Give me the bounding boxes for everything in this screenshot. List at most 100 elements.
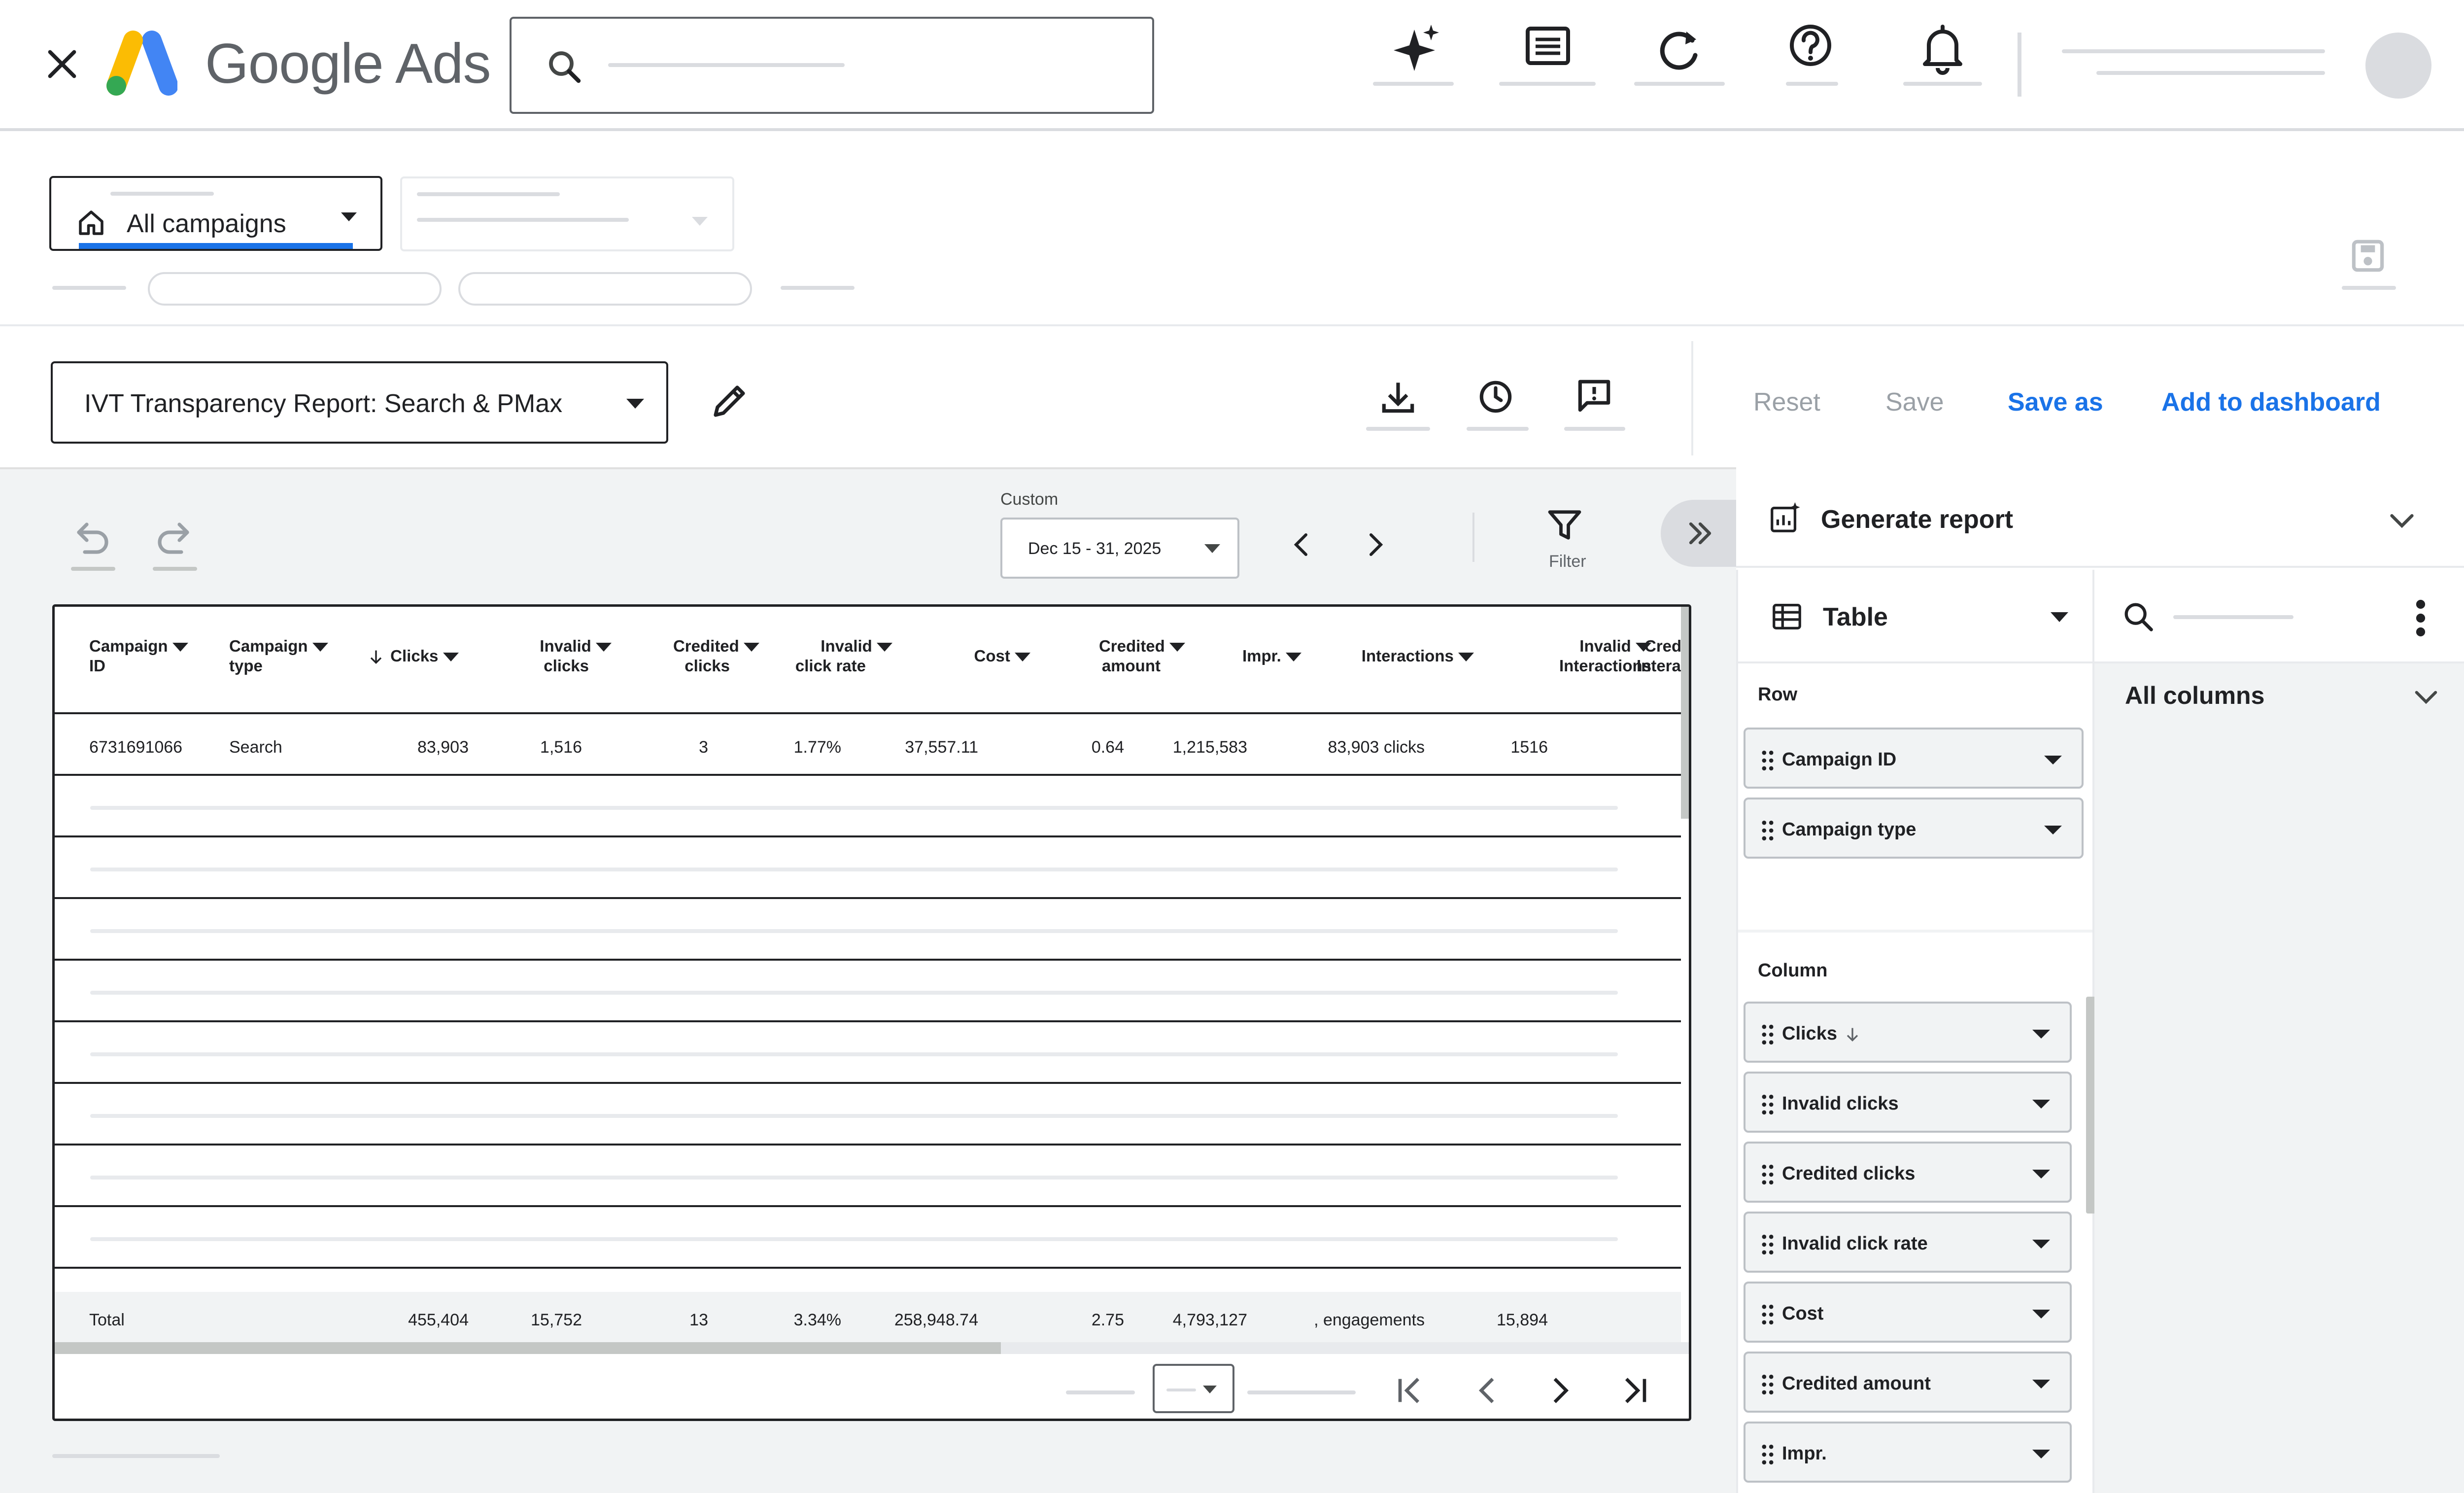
reset-button[interactable]: Reset <box>1753 387 1820 417</box>
previous-page-icon[interactable] <box>1468 1371 1507 1410</box>
column-chip-credited-amount[interactable]: Credited amount <box>1744 1352 2072 1413</box>
cell-invalid-clicks: 1,516 <box>540 738 582 757</box>
filter-pill-2[interactable] <box>458 272 752 306</box>
search-input[interactable] <box>510 17 1154 114</box>
col-header-label-2: click rate <box>795 657 866 675</box>
viz-type-selector[interactable]: Table <box>1738 570 2092 663</box>
col-header-campaign-type[interactable]: Campaign type <box>229 636 328 676</box>
drag-handle-icon[interactable] <box>1760 749 1775 772</box>
chip-label: Credited clicks <box>1782 1163 1916 1184</box>
notifications-bell-icon[interactable] <box>1898 15 1987 104</box>
col-header-cost[interactable]: Cost <box>912 646 1030 666</box>
sort-menu-icon <box>312 643 328 652</box>
cell-credited-clicks: 3 <box>699 738 708 757</box>
drag-handle-icon[interactable] <box>1760 1093 1775 1116</box>
placeholder-row <box>90 806 1618 810</box>
all-columns-label[interactable]: All columns <box>2125 681 2264 710</box>
report-title: IVT Transparency Report: Search & PMax <box>84 389 563 418</box>
feedback-alert-icon[interactable] <box>1573 375 1615 417</box>
date-range-selector[interactable]: Dec 15 - 31, 2025 <box>1000 518 1239 579</box>
redo-underline <box>153 567 197 571</box>
refresh-underline <box>1634 82 1725 86</box>
sort-menu-icon <box>443 653 459 661</box>
chevron-down-icon <box>2032 1310 2050 1319</box>
collapse-panel-button[interactable] <box>1661 500 1745 567</box>
help-icon[interactable] <box>1766 15 1855 104</box>
report-selector[interactable]: IVT Transparency Report: Search & PMax <box>51 361 668 444</box>
column-chip-impressions[interactable]: Impr. <box>1744 1422 2072 1483</box>
vertical-scrollbar-thumb[interactable] <box>1681 607 1689 819</box>
column-chip-clicks[interactable]: Clicks <box>1744 1002 2072 1063</box>
edit-pencil-icon[interactable] <box>706 378 753 425</box>
filter-funnel-icon[interactable] <box>1542 503 1587 547</box>
close-icon[interactable] <box>41 43 83 85</box>
chevron-down-icon[interactable] <box>2410 680 2442 713</box>
last-page-icon[interactable] <box>1615 1371 1654 1410</box>
row-chip-campaign-type[interactable]: Campaign type <box>1744 798 2084 859</box>
redo-icon[interactable] <box>150 513 197 560</box>
add-to-dashboard-button[interactable]: Add to dashboard <box>2161 387 2381 417</box>
download-icon[interactable] <box>1377 376 1419 418</box>
drag-handle-icon[interactable] <box>1760 1303 1775 1326</box>
save-button[interactable]: Save <box>1885 387 1944 417</box>
placeholder-row <box>90 1176 1618 1180</box>
previous-period-icon[interactable] <box>1286 527 1316 562</box>
secondary-selector[interactable] <box>400 176 734 251</box>
filter-row-placeholder-2 <box>781 286 855 290</box>
drag-handle-icon[interactable] <box>1760 1373 1775 1396</box>
undo-icon[interactable] <box>69 513 116 560</box>
col-header-interactions[interactable]: Interactions <box>1316 646 1474 666</box>
col-header-campaign-id[interactable]: Campaign ID <box>89 636 188 676</box>
horizontal-scrollbar-thumb[interactable] <box>55 1342 1001 1354</box>
next-page-icon[interactable] <box>1540 1371 1579 1410</box>
chevron-down-icon[interactable] <box>2385 503 2419 537</box>
chevron-down-icon <box>2032 1450 2050 1458</box>
topbar-divider <box>2018 33 2021 97</box>
refresh-icon[interactable] <box>1635 15 1724 104</box>
rows-per-page-select[interactable] <box>1153 1364 1234 1413</box>
account-id-placeholder <box>2096 71 2325 75</box>
campaign-selector[interactable]: All campaigns <box>49 176 382 251</box>
columns-search-input[interactable] <box>2094 570 2464 663</box>
column-chip-credited-clicks[interactable]: Credited clicks <box>1744 1142 2072 1203</box>
next-period-icon[interactable] <box>1361 527 1391 562</box>
column-chip-cost[interactable]: Cost <box>1744 1282 2072 1343</box>
placeholder-row <box>90 1237 1618 1241</box>
cell-clicks: 83,903 <box>417 738 469 757</box>
placeholder-row <box>90 1114 1618 1118</box>
insights-chart-icon <box>1768 501 1802 535</box>
logo-google-text: Google <box>205 33 384 95</box>
col-header-invalid-click-rate[interactable]: Invalid click rate <box>745 636 892 676</box>
generate-report-header[interactable]: Generate report <box>1736 469 2464 568</box>
col-header-clicks[interactable]: Clicks <box>366 646 459 667</box>
download-underline <box>1366 427 1430 431</box>
col-header-credited-clicks[interactable]: Credited clicks <box>612 636 759 676</box>
placeholder-row <box>90 991 1618 995</box>
first-page-icon[interactable] <box>1390 1371 1430 1410</box>
save-as-button[interactable]: Save as <box>2008 387 2103 417</box>
horizontal-scrollbar[interactable] <box>55 1342 1689 1354</box>
save-view-icon[interactable] <box>2347 235 2389 277</box>
schedule-clock-icon[interactable] <box>1474 376 1517 418</box>
col-header-credited-amount[interactable]: Credited amount <box>1045 636 1185 676</box>
account-name-placeholder <box>2062 49 2325 53</box>
avatar[interactable] <box>2365 33 2431 99</box>
drag-handle-icon[interactable] <box>1760 1443 1775 1466</box>
col-header-impressions[interactable]: Impr. <box>1188 646 1301 666</box>
feedback-list-icon[interactable] <box>1503 15 1592 104</box>
secondary-selector-caption <box>417 192 560 196</box>
sparkle-icon[interactable] <box>1370 15 1459 104</box>
drag-handle-icon[interactable] <box>1760 1163 1775 1186</box>
column-chip-invalid-clicks[interactable]: Invalid clicks <box>1744 1072 2072 1133</box>
drag-handle-icon[interactable] <box>1760 1233 1775 1256</box>
drag-handle-icon[interactable] <box>1760 819 1775 842</box>
col-header-invalid-interactions[interactable]: Invalid Interactions <box>1454 636 1651 676</box>
cell-cost: 37,557.11 <box>905 738 978 757</box>
column-chip-invalid-click-rate[interactable]: Invalid click rate <box>1744 1212 2072 1273</box>
more-vert-icon[interactable] <box>2412 597 2430 639</box>
row-chip-campaign-id[interactable]: Campaign ID <box>1744 728 2084 789</box>
chip-label: Credited amount <box>1782 1373 1931 1394</box>
col-header-invalid-clicks[interactable]: Invalid clicks <box>488 636 612 676</box>
filter-pill-1[interactable] <box>148 272 442 306</box>
drag-handle-icon[interactable] <box>1760 1023 1775 1046</box>
